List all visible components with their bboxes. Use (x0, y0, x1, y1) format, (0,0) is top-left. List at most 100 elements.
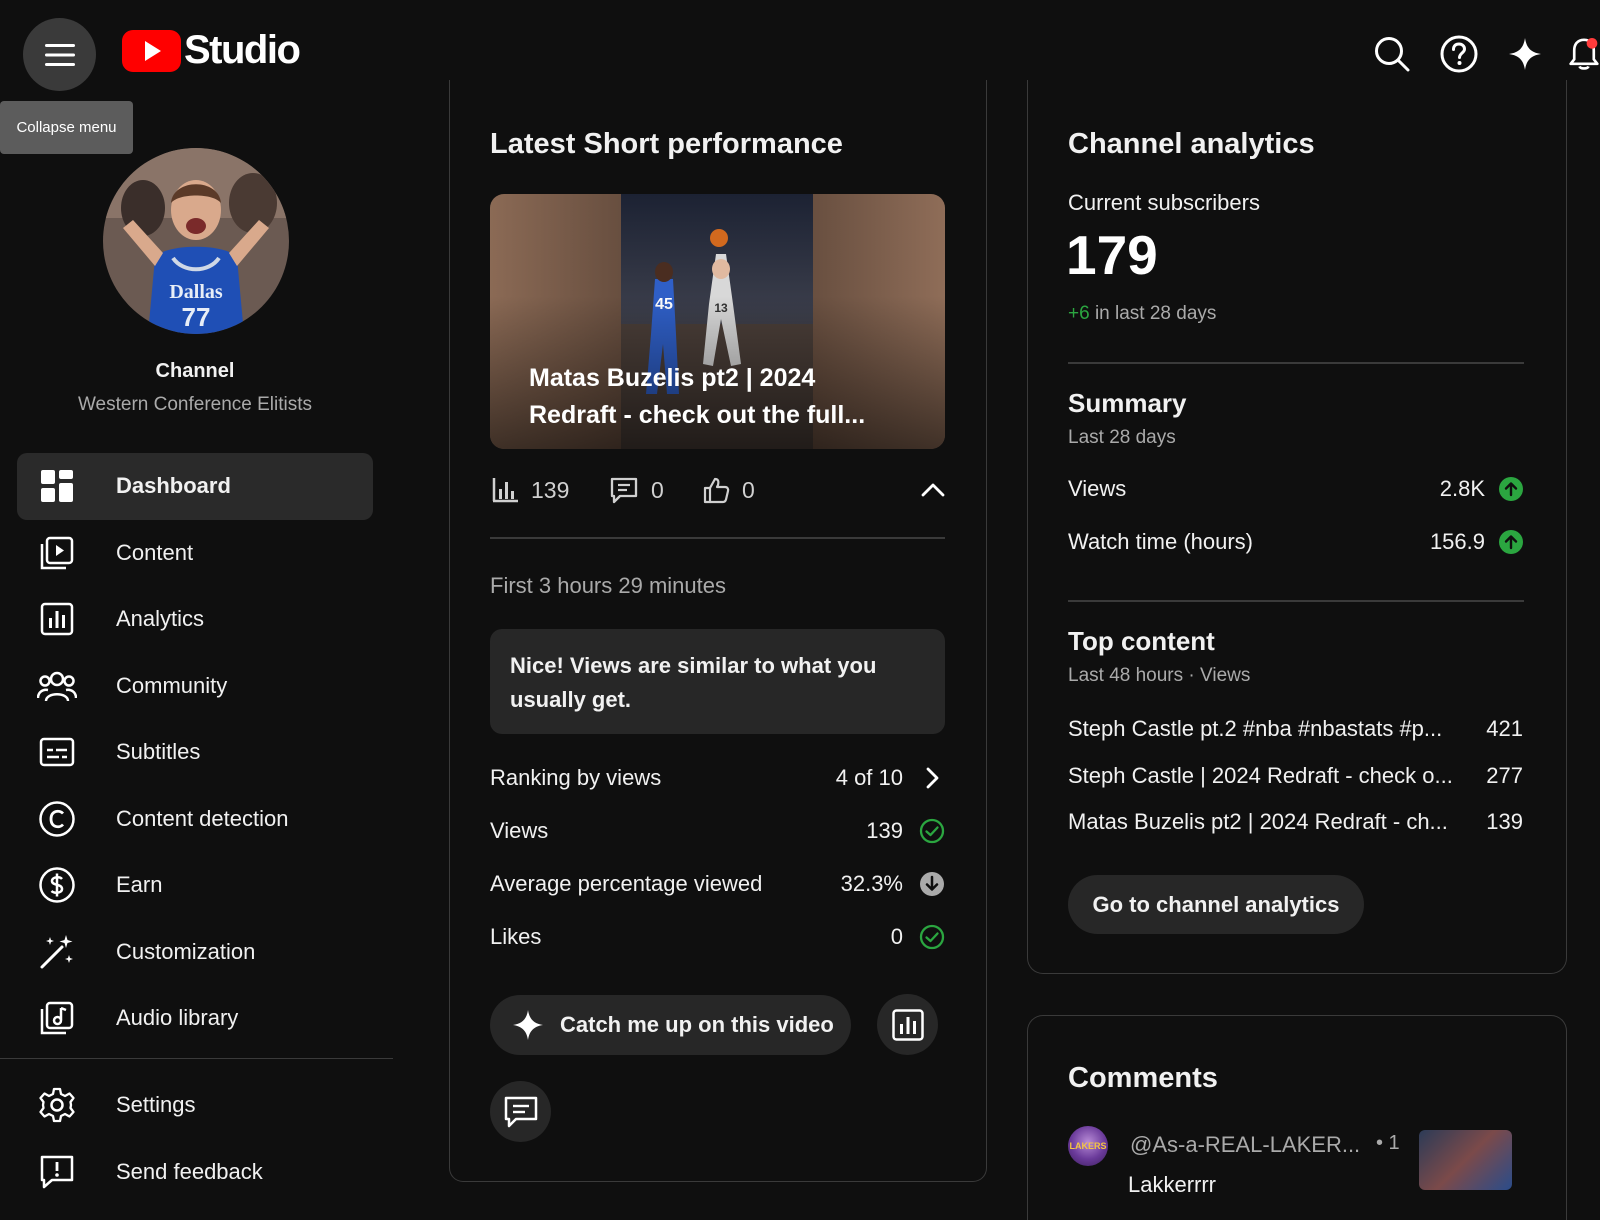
top-content-title: Matas Buzelis pt2 | 2024 Redraft - ch... (1068, 809, 1448, 834)
search-icon (1375, 37, 1410, 72)
help-button[interactable] (1437, 32, 1481, 76)
top-content-title: Steph Castle | 2024 Redraft - check o... (1068, 763, 1453, 788)
short-video-title: Matas Buzelis pt2 | 2024 Redraft - check… (529, 364, 866, 429)
analytics-icon (37, 599, 77, 639)
sidebar-item-earn[interactable]: Earn (17, 852, 373, 919)
comment-icon (610, 477, 638, 504)
sidebar-item-label: Community (116, 672, 228, 698)
catch-me-up-label: Catch me up on this video (560, 1012, 834, 1037)
copyright-icon (37, 799, 77, 839)
menu-button[interactable] (23, 18, 96, 91)
logo-text: Studio (184, 28, 301, 72)
summary-watch-time-row: Watch time (hours) 156.9 (1068, 527, 1523, 557)
content-icon (37, 533, 77, 573)
short-thumbnail[interactable]: 45 13 Matas Buzelis pt2 | 2024 Redraft -… (490, 194, 945, 449)
commenter-handle[interactable]: @As-a-REAL-LAKER... (1130, 1132, 1360, 1158)
sidebar-item-subtitles[interactable]: Subtitles (17, 719, 373, 786)
arrow-up-icon (1499, 530, 1523, 554)
metric-value: 32.3% (840, 871, 903, 896)
subtitles-icon (37, 732, 77, 772)
top-content-period: Last 48 hours · Views (1068, 665, 1251, 686)
avatar-image: Dallas 77 (103, 148, 289, 334)
avatar-logo-text: LAKERS (1069, 1141, 1107, 1151)
sidebar-item-audio-library[interactable]: Audio library (17, 985, 373, 1052)
summary-value: 156.9 (1429, 529, 1485, 554)
likes-stat: 0 (702, 476, 755, 504)
summary-label: Watch time (hours) (1068, 529, 1254, 554)
metric-label: Likes (490, 924, 542, 949)
sidebar-item-content[interactable]: Content (17, 520, 373, 587)
metric-label: Average percentage viewed (490, 871, 763, 896)
subscriber-delta: +6 (1068, 303, 1090, 324)
sidebar-item-analytics[interactable]: Analytics (17, 586, 373, 653)
subscribers-label: Current subscribers (1068, 190, 1260, 215)
comments-stat: 0 (609, 476, 664, 504)
sparkle-icon (1509, 38, 1541, 70)
sidebar-item-content-detection[interactable]: Content detection (17, 786, 373, 853)
sidebar-item-label: Subtitles (116, 739, 201, 765)
hamburger-icon (44, 43, 75, 66)
summary-label: Views (1068, 476, 1127, 501)
subscriber-delta-suffix: in last 28 days (1089, 303, 1217, 324)
top-content-views: 277 (1486, 763, 1523, 788)
arrow-up-icon (1499, 477, 1523, 501)
channel-analytics-title: Channel analytics (1068, 128, 1315, 160)
top-content-row[interactable]: Steph Castle pt.2 #nba #nbastats #p... 4… (1068, 716, 1523, 742)
comment-meta: • 1 (1376, 1132, 1400, 1154)
create-ai-button[interactable] (1503, 32, 1547, 76)
search-button[interactable] (1370, 32, 1414, 76)
sidebar-item-dashboard[interactable]: Dashboard (17, 453, 373, 520)
subscriber-count: 179 (1066, 224, 1158, 286)
metric-ranking-row[interactable]: Ranking by views 4 of 10 (490, 763, 945, 793)
sparkle-icon (512, 1009, 544, 1041)
sidebar-item-label: Content detection (116, 805, 289, 831)
bell-icon (1569, 38, 1599, 70)
notifications-button[interactable] (1568, 32, 1600, 76)
sidebar-item-settings[interactable]: Settings (17, 1072, 373, 1139)
metric-label: Views (490, 818, 549, 843)
top-content-views: 421 (1486, 716, 1523, 741)
check-circle-icon (919, 818, 945, 844)
svg-text:Dallas: Dallas (169, 281, 223, 303)
audio-library-icon (37, 998, 77, 1038)
latest-short-title: Latest Short performance (490, 128, 843, 160)
youtube-logo-icon (122, 29, 181, 72)
comments-count: 0 (651, 476, 664, 503)
channel-avatar[interactable]: Dallas 77 (103, 148, 289, 334)
sidebar-item-community[interactable]: Community (17, 653, 373, 720)
dollar-icon (37, 865, 77, 905)
metric-views-row: Views 139 (490, 816, 945, 846)
help-icon (1440, 35, 1478, 73)
top-content-row[interactable]: Steph Castle | 2024 Redraft - check o...… (1068, 763, 1523, 789)
collapse-button[interactable] (920, 482, 946, 498)
top-content-row[interactable]: Matas Buzelis pt2 | 2024 Redraft - ch...… (1068, 809, 1523, 835)
catch-me-up-button[interactable]: Catch me up on this video (490, 995, 851, 1055)
youtube-studio-logo[interactable]: Studio (122, 28, 301, 73)
chevron-right-icon (919, 765, 945, 791)
performance-message: Nice! Views are similar to what you usua… (490, 629, 945, 734)
summary-title: Summary (1068, 388, 1187, 418)
sidebar-nav: Dashboard Content Analytics Community Su… (17, 453, 373, 1052)
video-comments-button[interactable] (490, 1081, 551, 1142)
thumbs-up-icon (703, 477, 730, 504)
feedback-icon (37, 1152, 77, 1192)
metric-likes-row: Likes 0 (490, 922, 945, 952)
sidebar-item-label: Send feedback (116, 1158, 263, 1184)
metric-label: Ranking by views (490, 765, 662, 790)
video-analytics-button[interactable] (877, 994, 938, 1055)
sidebar-item-send-feedback[interactable]: Send feedback (17, 1139, 373, 1206)
analytics-divider (1068, 362, 1524, 364)
sidebar-bottom-nav: Settings Send feedback (17, 1072, 373, 1205)
subscriber-change: +6 in last 28 days (1068, 303, 1216, 325)
channel-label: Channel (155, 360, 235, 382)
sidebar-item-label: Audio library (116, 1005, 239, 1031)
sidebar-item-label: Earn (116, 872, 163, 898)
go-to-channel-analytics-button[interactable]: Go to channel analytics (1068, 875, 1364, 934)
top-content-title: Top content (1068, 626, 1215, 656)
summary-period: Last 28 days (1068, 427, 1176, 448)
short-divider (490, 537, 945, 539)
comment-video-thumbnail[interactable] (1419, 1130, 1512, 1190)
sidebar-item-customization[interactable]: Customization (17, 919, 373, 986)
commenter-avatar[interactable]: LAKERS (1068, 1126, 1108, 1166)
sidebar-item-label: Content (116, 539, 194, 565)
